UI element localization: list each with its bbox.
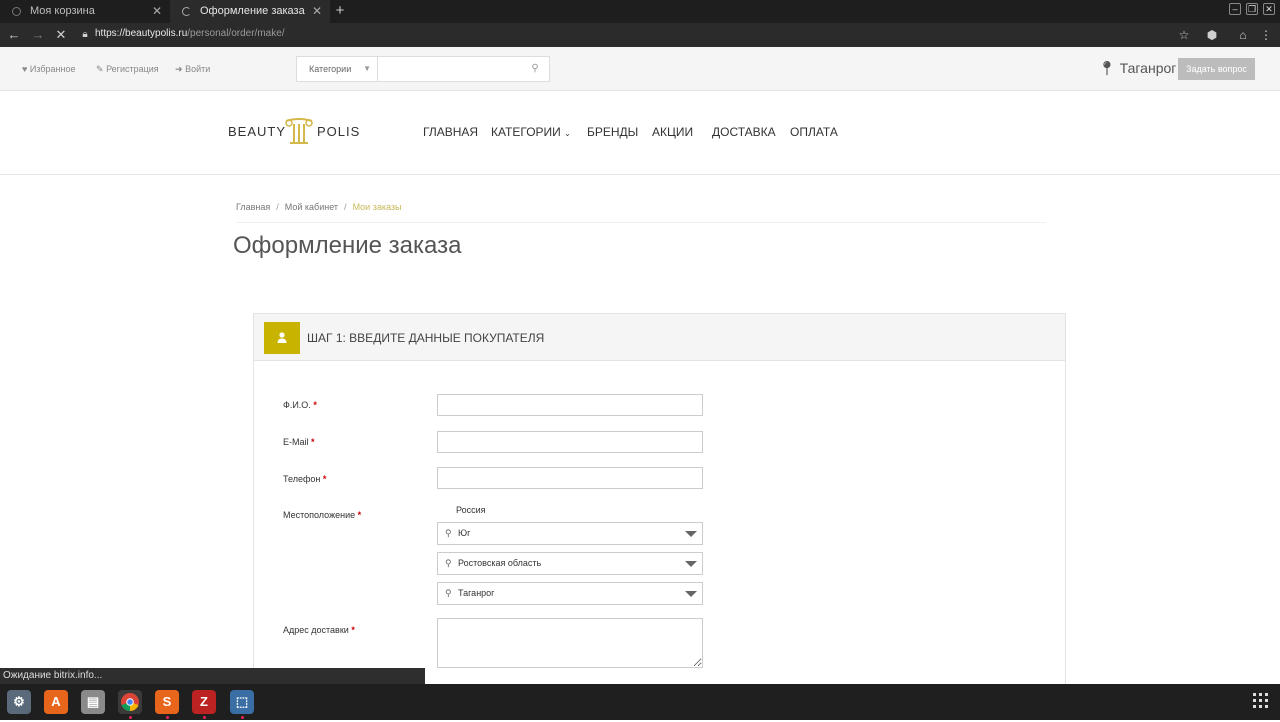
screenshot-tool-icon[interactable]: ⬚ (230, 690, 254, 714)
chevron-down-icon: ⌄ (564, 129, 571, 138)
address-bar: ← → ✕ 🔒︎ https://beautypolis.ru/personal… (0, 23, 1280, 47)
email-input[interactable] (437, 431, 703, 453)
region-select[interactable]: ⚲ Юг (437, 522, 703, 545)
file-manager-icon[interactable]: ▤ (81, 690, 105, 714)
address-textarea[interactable] (437, 618, 703, 668)
tab-title: Моя корзина (30, 5, 95, 17)
nav-payment[interactable]: ОПЛАТА (790, 125, 838, 139)
site-top-bar: ♥ Избранное ✎ Регистрация ➜ Войти Катего… (0, 47, 1280, 91)
filezilla-icon[interactable]: Z (192, 690, 216, 714)
stop-loading-icon[interactable]: ✕ (52, 26, 70, 44)
user-icon (264, 322, 300, 354)
search-input[interactable] (378, 56, 550, 82)
phone-label: Телефон * (283, 474, 327, 484)
search-icon: ⚲ (445, 528, 452, 538)
tab-checkout[interactable]: Оформление заказа ✕ (170, 0, 330, 23)
search-icon[interactable]: ⚲ (528, 62, 542, 76)
dropdown-arrow-icon (685, 531, 697, 537)
status-text: Ожидание bitrix.info... (0, 668, 425, 684)
nav-delivery[interactable]: ДОСТАВКА (712, 125, 776, 139)
running-indicator (166, 716, 169, 719)
settings-app-icon[interactable]: ⚙ (7, 690, 31, 714)
nav-brands[interactable]: БРЕНДЫ (587, 125, 638, 139)
sublime-text-icon[interactable]: S (155, 690, 179, 714)
city-select[interactable]: ⚲ Таганрог (437, 582, 703, 605)
loading-spinner-icon (182, 7, 191, 16)
caret-down-icon: ▼ (363, 64, 371, 73)
minimize-icon[interactable]: – (1229, 3, 1241, 15)
step-title: ШАГ 1: ВВЕДИТЕ ДАННЫЕ ПОКУПАТЕЛЯ (307, 331, 545, 345)
nav-home[interactable]: ГЛАВНАЯ (423, 125, 478, 139)
favicon-icon (12, 7, 21, 16)
column-logo-icon (285, 118, 313, 144)
oblast-select[interactable]: ⚲ Ростовская область (437, 552, 703, 575)
breadcrumb-home[interactable]: Главная (236, 202, 270, 212)
favorites-link[interactable]: ♥ Избранное (22, 64, 75, 74)
ask-question-button[interactable]: Задать вопрос (1178, 58, 1255, 80)
city-selector[interactable]: 📍︎ Таганрог (1098, 60, 1176, 77)
apps-grid-icon[interactable] (1253, 693, 1269, 709)
heart-icon: ♥ (22, 64, 28, 74)
running-indicator (203, 716, 206, 719)
chrome-icon[interactable] (118, 690, 142, 714)
country-label: Россия (456, 505, 486, 515)
software-center-icon[interactable]: A (44, 690, 68, 714)
search-icon: ⚲ (445, 588, 452, 598)
phone-input[interactable] (437, 467, 703, 489)
step-header: ШАГ 1: ВВЕДИТЕ ДАННЫЕ ПОКУПАТЕЛЯ (254, 314, 1065, 361)
page-title: Оформление заказа (233, 232, 462, 259)
nav-promotions[interactable]: АКЦИИ (652, 125, 693, 139)
divider (236, 222, 1046, 223)
breadcrumb: Главная / Мой кабинет / Мои заказы (236, 202, 402, 212)
breadcrumb-current[interactable]: Мои заказы (353, 202, 402, 212)
dropdown-arrow-icon (685, 561, 697, 567)
taskbar: ⚙ A ▤ S Z ⬚ (0, 684, 1280, 720)
login-icon: ➜ (175, 64, 183, 74)
bookmark-star-icon[interactable]: ☆ (1176, 27, 1192, 43)
register-link[interactable]: ✎ Регистрация (96, 64, 159, 75)
running-indicator (241, 716, 244, 719)
running-indicator (129, 716, 132, 719)
logo-text-left: BEAUTY (228, 124, 287, 139)
dropdown-arrow-icon (685, 591, 697, 597)
fio-input[interactable] (437, 394, 703, 416)
browser-tab-bar: Моя корзина ✕ Оформление заказа ✕ + – ❐ … (0, 0, 1280, 23)
url-host: https://beautypolis.ru (95, 28, 188, 39)
map-pin-icon: 📍︎ (1098, 60, 1116, 76)
login-link[interactable]: ➜ Войти (175, 64, 210, 75)
pencil-icon: ✎ (96, 64, 104, 74)
address-label: Адрес доставки * (283, 625, 355, 635)
new-tab-button[interactable]: + (332, 0, 348, 23)
fio-label: Ф.И.О. * (283, 400, 317, 410)
back-icon[interactable]: ← (5, 26, 23, 44)
search-icon: ⚲ (445, 558, 452, 568)
menu-dots-icon[interactable]: ⋮ (1258, 27, 1274, 43)
close-window-icon[interactable]: ✕ (1263, 3, 1275, 15)
forward-icon[interactable]: → (29, 26, 47, 44)
extension-icon[interactable]: ⬢ (1204, 27, 1220, 43)
location-label: Местоположение * (283, 510, 362, 520)
tab-cart[interactable]: Моя корзина ✕ (0, 0, 170, 23)
category-select[interactable]: Категории ▼ (296, 56, 378, 82)
lock-icon: 🔒︎ (82, 29, 88, 40)
extension-icon[interactable]: ⌂ (1235, 27, 1251, 43)
close-icon[interactable]: ✕ (152, 0, 162, 23)
email-label: E-Mail * (283, 437, 315, 447)
logo-text-right: POLIS (317, 124, 361, 139)
site-header: BEAUTY POLIS ГЛАВНАЯ КАТЕГОРИИ ⌄ БРЕНДЫ … (0, 91, 1280, 175)
url-path: /personal/order/make/ (187, 28, 285, 39)
breadcrumb-cabinet[interactable]: Мой кабинет (285, 202, 338, 212)
url-field[interactable]: https://beautypolis.ru/personal/order/ma… (95, 28, 285, 39)
nav-categories[interactable]: КАТЕГОРИИ ⌄ (491, 125, 571, 139)
close-icon[interactable]: ✕ (312, 0, 322, 23)
restore-icon[interactable]: ❐ (1246, 3, 1258, 15)
tab-title: Оформление заказа (200, 5, 305, 17)
